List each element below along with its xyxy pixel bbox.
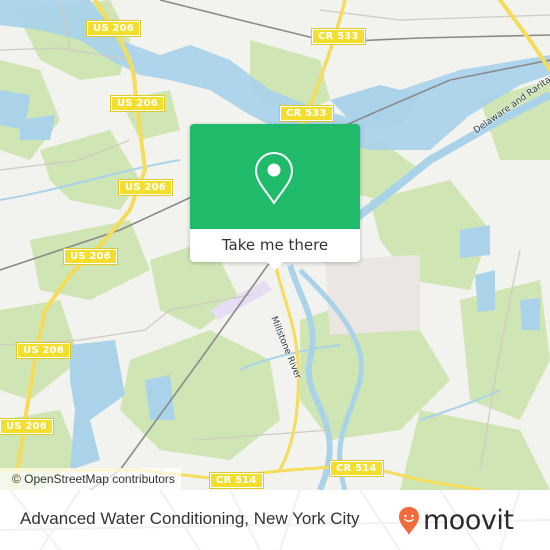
- road-shield-us-206: US 206: [16, 342, 71, 359]
- popup-pointer: [267, 262, 283, 270]
- map-pin-icon: [254, 151, 294, 205]
- place-title: Advanced Water Conditioning, New York Ci…: [20, 509, 360, 528]
- moovit-pin-smile-icon: [399, 507, 419, 535]
- road-shield-us-206: US 206: [63, 248, 118, 265]
- road-shield-cr-533: CR 533: [279, 105, 334, 122]
- road-shield-cr-514: CR 514: [209, 472, 264, 489]
- road-shield-us-206: US 206: [110, 95, 165, 112]
- moovit-logo-text: moovit: [423, 505, 514, 536]
- road-shield-cr-533: CR 533: [311, 28, 366, 45]
- popup-header: [190, 124, 360, 229]
- map-attribution[interactable]: © OpenStreetMap contributors: [0, 468, 181, 490]
- road-shield-us-206: US 206: [86, 20, 141, 37]
- road-shield-us-206: US 206: [0, 418, 54, 435]
- moovit-logo[interactable]: moovit: [398, 501, 514, 541]
- road-shield-cr-514: CR 514: [329, 460, 384, 477]
- location-popup: Take me there: [190, 124, 360, 270]
- map-view[interactable]: US 206 US 206 US 206 US 206 US 206 US 20…: [0, 0, 550, 490]
- road-shield-us-206: US 206: [118, 179, 173, 196]
- footer-bar: Advanced Water Conditioning, New York Ci…: [0, 490, 550, 550]
- take-me-there-button[interactable]: Take me there: [190, 229, 360, 262]
